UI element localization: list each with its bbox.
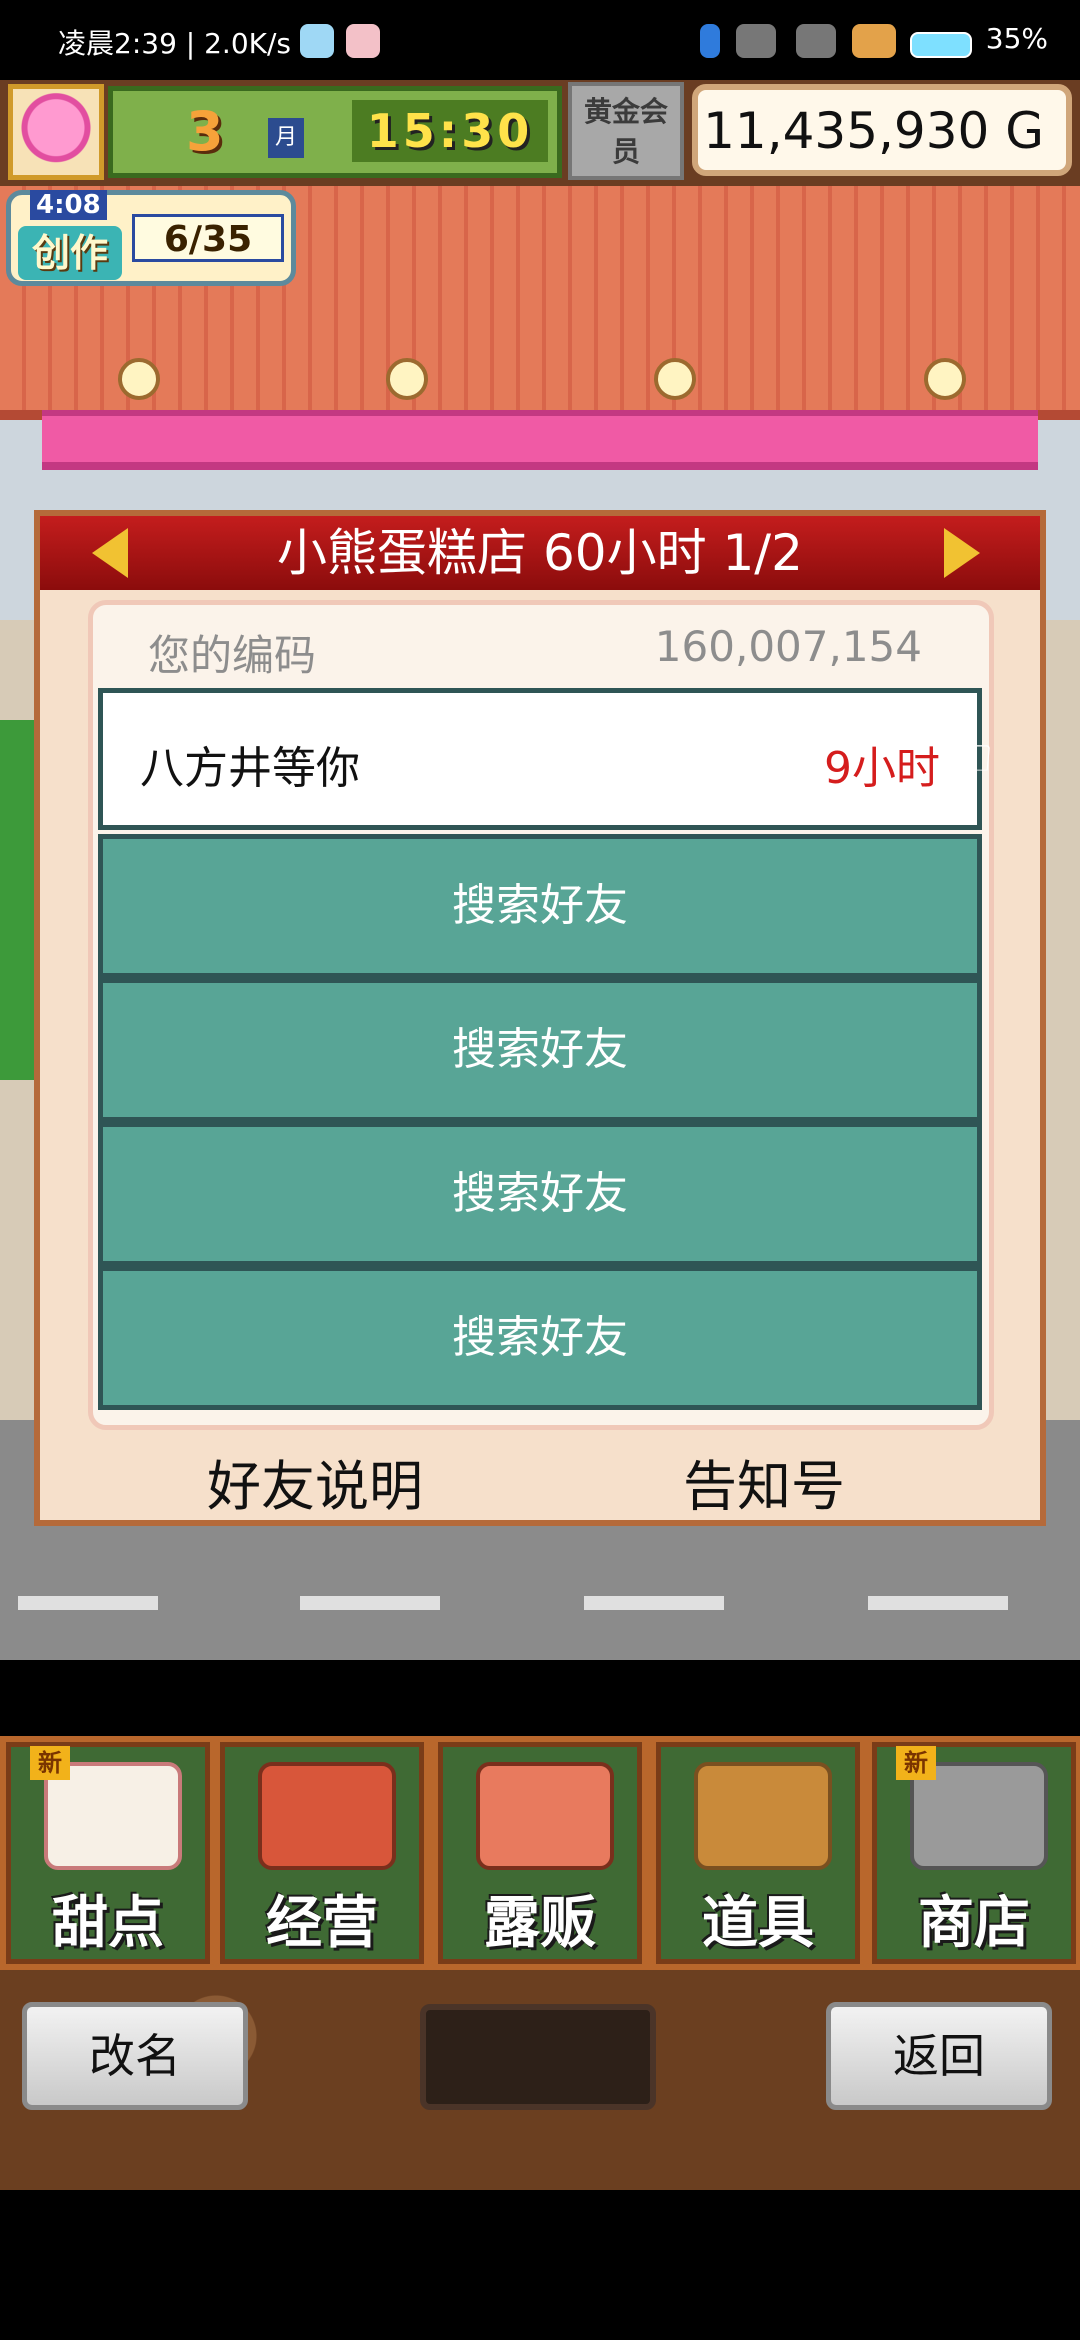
month-value: 3 xyxy=(186,100,224,163)
signal-icon xyxy=(736,24,776,58)
menu-store-label: 商店 xyxy=(918,1891,1030,1956)
your-code-value: 160,007,154 xyxy=(654,622,922,671)
gold-member-badge[interactable]: 黄金会员 xyxy=(568,82,684,180)
app-notification-icon-2 xyxy=(346,24,380,58)
app-notification-icon xyxy=(300,24,334,58)
road-marking xyxy=(584,1596,724,1610)
creation-timer: 4:08 xyxy=(30,190,107,220)
menu-items-label: 道具 xyxy=(702,1891,814,1956)
pointing-hand-icon: ☜ xyxy=(946,726,995,789)
creation-count: 6/35 xyxy=(132,214,284,262)
friend-time: 9小时 xyxy=(824,743,940,794)
road-marking xyxy=(868,1596,1008,1610)
new-badge: 新 xyxy=(30,1746,70,1780)
menu-dessert-label: 甜点 xyxy=(52,1891,164,1956)
back-button[interactable]: 返回 xyxy=(826,2002,1052,2110)
status-bar: 凌晨2:39 | 2.0K/s 35% xyxy=(0,0,1080,80)
rename-button[interactable]: 改名 xyxy=(22,2002,248,2110)
search-friend-button[interactable]: 搜索好友 xyxy=(98,1266,982,1410)
tree-avatar-icon[interactable] xyxy=(8,84,104,180)
pink-awning xyxy=(42,410,1038,470)
road-marking xyxy=(300,1596,440,1610)
friend-help-button[interactable]: 好友说明 xyxy=(160,1442,470,1521)
creation-label: 创作 xyxy=(18,226,122,280)
items-bag-icon xyxy=(694,1762,832,1870)
search-friend-button[interactable]: 搜索好友 xyxy=(98,1122,982,1266)
scene-gap xyxy=(0,1660,1080,1736)
roof-lamp xyxy=(386,358,428,400)
search-friend-button[interactable]: 搜索好友 xyxy=(98,978,982,1122)
notice-number-button[interactable]: 告知号 xyxy=(614,1442,914,1521)
arrow-right-icon[interactable] xyxy=(944,528,980,578)
your-code-label: 您的编码 xyxy=(148,631,317,680)
center-slot xyxy=(420,2004,656,2110)
dialog-title: 小熊蛋糕店 60小时 1/2 xyxy=(277,524,803,582)
calendar-icon: 月 xyxy=(268,118,304,158)
arrow-left-icon[interactable] xyxy=(92,528,128,578)
search-friend-button[interactable]: 搜索好友 xyxy=(98,834,982,978)
roof-lamp xyxy=(924,358,966,400)
friend-name: 八方井等你 xyxy=(140,743,360,794)
nav-area xyxy=(0,2190,1080,2340)
roof-lamp xyxy=(118,358,160,400)
bluetooth-icon xyxy=(700,24,720,58)
food-truck-icon xyxy=(476,1762,614,1870)
wifi-icon xyxy=(852,24,896,58)
new-badge: 新 xyxy=(896,1746,936,1780)
signal-icon-2 xyxy=(796,24,836,58)
money-display: 11,435,930 G xyxy=(692,84,1072,176)
road-marking xyxy=(18,1596,158,1610)
battery-percent: 35% xyxy=(985,22,1048,55)
menu-food-truck-label: 露贩 xyxy=(484,1891,596,1956)
roof-lamp xyxy=(654,358,696,400)
battery-icon xyxy=(910,32,972,58)
menu-management-label: 经营 xyxy=(266,1891,378,1956)
game-clock: 15:30 xyxy=(352,100,548,162)
shop-icon xyxy=(258,1762,396,1870)
status-time-network: 凌晨2:39 | 2.0K/s xyxy=(58,27,292,60)
